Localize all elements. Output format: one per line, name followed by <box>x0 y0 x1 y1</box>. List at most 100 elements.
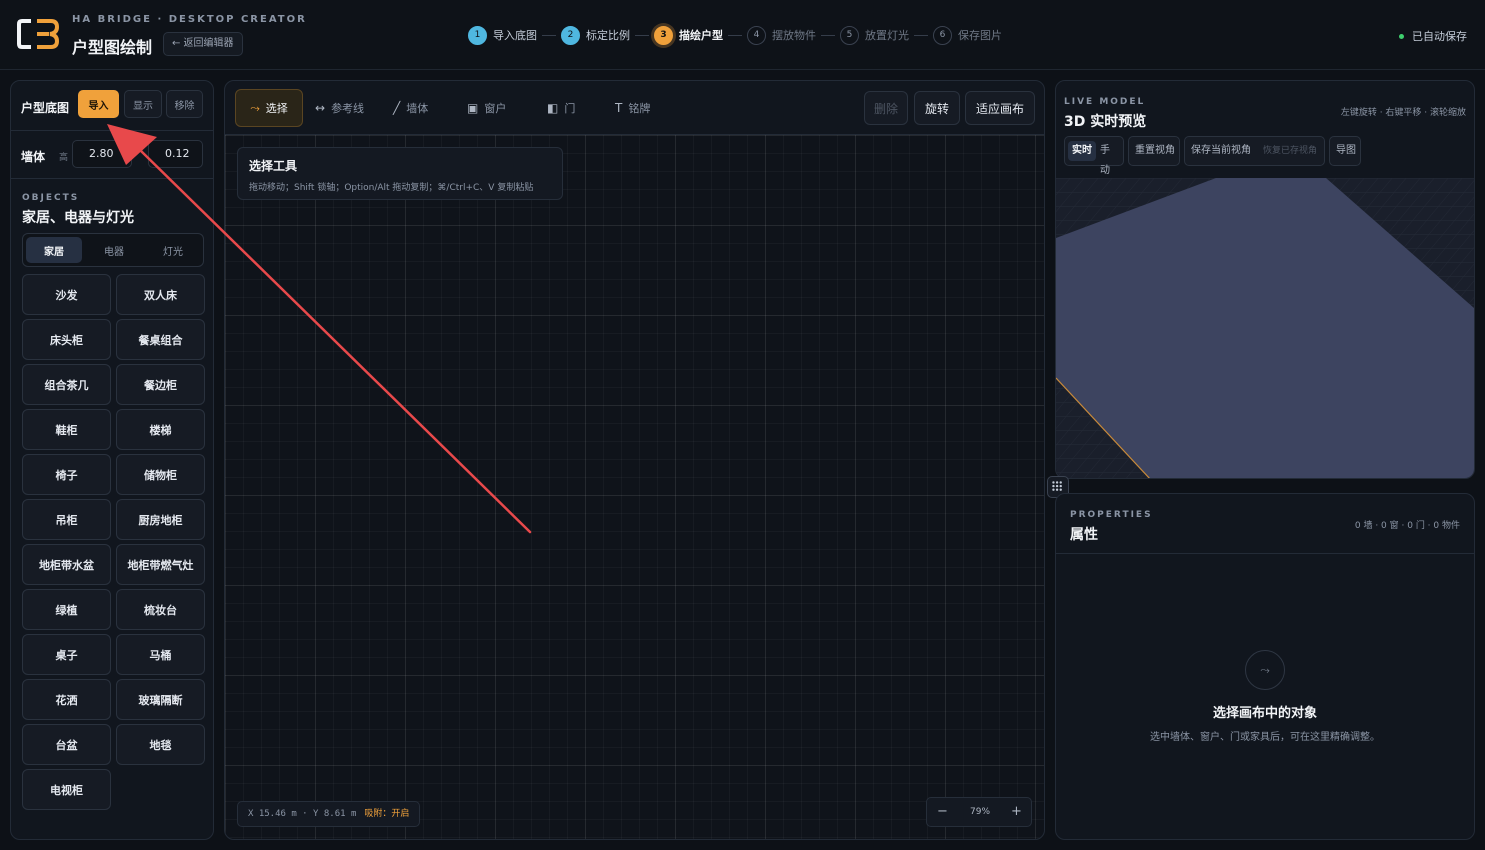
empty-state-title: 选择画布中的对象 <box>1212 706 1317 721</box>
step-divider <box>821 34 835 36</box>
object-item[interactable]: 储物柜 <box>116 454 205 495</box>
tab-appliances[interactable]: 电器 <box>86 237 142 263</box>
left-panel: 户型底图 导入 显示 移除 墙体 高 2.80 0.12 OBJECTS 家居、… <box>10 80 214 840</box>
autosave-status: 已自动保存 <box>1399 28 1467 44</box>
export-image-button[interactable]: 导图 <box>1332 141 1360 161</box>
save-view-button[interactable]: 保存当前视角 <box>1187 141 1255 161</box>
zoom-level: 79% <box>970 807 991 817</box>
properties-title: 属性 <box>1070 527 1098 543</box>
step-place-lights[interactable]: 5 放置灯光 <box>840 25 909 45</box>
wall-thickness-input[interactable]: 0.12 <box>148 140 203 168</box>
delete-button[interactable]: 删除 <box>864 91 908 125</box>
realtime-mode-button[interactable]: 实时 <box>1068 141 1096 161</box>
step-calibrate[interactable]: 2 标定比例 <box>561 25 630 45</box>
step-import[interactable]: 1 导入底图 <box>468 25 537 45</box>
step-divider <box>914 34 928 36</box>
properties-stats: 0 墙 · 0 窗 · 0 门 · 0 物件 <box>1354 521 1460 531</box>
object-item[interactable]: 地毯 <box>116 724 205 765</box>
zoom-in-button[interactable]: + <box>1011 798 1022 826</box>
page-title: 户型图绘制 <box>72 38 153 57</box>
object-item[interactable]: 双人床 <box>116 274 205 315</box>
object-item[interactable]: 花洒 <box>22 679 111 720</box>
object-item[interactable]: 梳妆台 <box>116 589 205 630</box>
empty-state-description: 选中墙体、窗户、门或家具后，可在这里精确调整。 <box>1150 732 1380 743</box>
object-item[interactable]: 电视柜 <box>22 769 111 810</box>
label-tool[interactable]: T 铭牌 <box>615 89 650 127</box>
wall-height-label: 高 <box>59 153 69 163</box>
brand-subtitle: HA BRIDGE · DESKTOP CREATOR <box>72 14 307 25</box>
step-divider <box>635 34 649 36</box>
zoom-control: − 79% + <box>926 797 1032 827</box>
object-item[interactable]: 沙发 <box>22 274 111 315</box>
object-item[interactable]: 台盆 <box>22 724 111 765</box>
object-item[interactable]: 马桶 <box>116 634 205 675</box>
guide-tool[interactable]: ↔ 参考线 <box>315 89 364 127</box>
tool-hint-card: 选择工具 拖动移动；Shift 锁轴；Option/Alt 拖动复制；⌘/Ctr… <box>237 147 563 200</box>
object-item[interactable]: 餐边柜 <box>116 364 205 405</box>
tool-hint-description: 拖动移动；Shift 锁轴；Option/Alt 拖动复制；⌘/Ctrl+C、V… <box>249 183 534 193</box>
step-save-image[interactable]: 6 保存图片 <box>933 25 1002 45</box>
rotate-button[interactable]: 旋转 <box>914 91 960 125</box>
objects-tabs: 家居 电器 灯光 <box>22 233 204 267</box>
wall-row: 墙体 高 2.80 0.12 <box>11 131 213 179</box>
properties-kicker: PROPERTIES <box>1070 510 1153 520</box>
reset-view-button[interactable]: 重置视角 <box>1131 141 1179 161</box>
show-button[interactable]: 显示 <box>124 90 162 118</box>
canvas-panel: ⤳ 选择 ↔ 参考线 ╱ 墙体 ▣ 窗户 ◧ 门 T 铭牌 删除 旋转 适应画布… <box>224 80 1045 840</box>
app-logo <box>17 19 60 49</box>
objects-kicker: OBJECTS <box>22 193 80 203</box>
reset-view-wrap: 重置视角 <box>1128 136 1180 166</box>
object-item[interactable]: 地柜带燃气灶 <box>116 544 205 585</box>
object-item[interactable]: 楼梯 <box>116 409 205 450</box>
object-item[interactable]: 吊柜 <box>22 499 111 540</box>
properties-panel: PROPERTIES 属性 0 墙 · 0 窗 · 0 门 · 0 物件 ⤳ 选… <box>1055 493 1475 840</box>
cursor-icon: ⤳ <box>1245 650 1285 690</box>
tab-furniture[interactable]: 家居 <box>26 237 82 263</box>
step-indicator: 1 导入底图 2 标定比例 3 描绘户型 4 摆放物件 5 放置灯光 6 保存图片 <box>468 24 1002 46</box>
wall-tool[interactable]: ╱ 墙体 <box>393 89 428 127</box>
preview-kicker: LIVE MODEL <box>1064 97 1146 107</box>
wall-height-input[interactable]: 2.80 <box>72 140 132 168</box>
zoom-out-button[interactable]: − <box>937 798 948 826</box>
object-item[interactable]: 地柜带水盆 <box>22 544 111 585</box>
object-item[interactable]: 床头柜 <box>22 319 111 360</box>
object-item[interactable]: 厨房地柜 <box>116 499 205 540</box>
remove-button[interactable]: 移除 <box>166 90 203 118</box>
preview-help: 左键旋转 · 右键平移 · 滚轮缩放 <box>1340 108 1466 118</box>
object-item[interactable]: 绿植 <box>22 589 111 630</box>
objects-title: 家居、电器与灯光 <box>22 210 134 226</box>
restore-view-button[interactable]: 恢复已存视角 <box>1259 141 1321 161</box>
object-item[interactable]: 桌子 <box>22 634 111 675</box>
door-tool[interactable]: ◧ 门 <box>547 89 575 127</box>
step-divider <box>542 34 556 36</box>
import-button[interactable]: 导入 <box>78 90 119 118</box>
tool-hint-title: 选择工具 <box>249 159 298 173</box>
text-icon: T <box>615 101 623 115</box>
select-tool[interactable]: ⤳ 选择 <box>235 89 303 127</box>
back-to-editor-button[interactable]: ← 返回编辑器 <box>163 32 243 56</box>
window-tool[interactable]: ▣ 窗户 <box>467 89 506 127</box>
wall-line-icon: ╱ <box>393 101 401 115</box>
guide-arrows-icon: ↔ <box>315 101 326 115</box>
object-item[interactable]: 组合茶几 <box>22 364 111 405</box>
floorplan-label: 户型底图 <box>21 101 70 115</box>
object-item[interactable]: 椅子 <box>22 454 111 495</box>
properties-divider <box>1056 553 1474 554</box>
3d-viewport[interactable] <box>1056 178 1474 479</box>
snap-status[interactable]: 吸附：开启 <box>364 809 409 819</box>
object-item[interactable]: 玻璃隔断 <box>116 679 205 720</box>
export-wrap: 导图 <box>1329 136 1361 166</box>
object-item[interactable]: 餐桌组合 <box>116 319 205 360</box>
manual-mode-button[interactable]: 手动 <box>1096 141 1123 176</box>
preview-panel: LIVE MODEL 3D 实时预览 左键旋转 · 右键平移 · 滚轮缩放 实时… <box>1055 80 1475 479</box>
drawing-canvas[interactable]: 选择工具 拖动移动；Shift 锁轴；Option/Alt 拖动复制；⌘/Ctr… <box>225 135 1044 839</box>
step-place-objects[interactable]: 4 摆放物件 <box>747 25 816 45</box>
step-trace[interactable]: 3 描绘户型 <box>654 25 723 45</box>
tab-lights[interactable]: 灯光 <box>145 237 201 263</box>
fit-canvas-button[interactable]: 适应画布 <box>965 91 1035 125</box>
select-cursor-icon: ⤳ <box>250 100 260 115</box>
autosave-dot-icon <box>1399 33 1404 39</box>
wall-label: 墙体 <box>21 150 46 164</box>
object-item[interactable]: 鞋柜 <box>22 409 111 450</box>
view-save-group: 保存当前视角 恢复已存视角 <box>1184 136 1325 166</box>
